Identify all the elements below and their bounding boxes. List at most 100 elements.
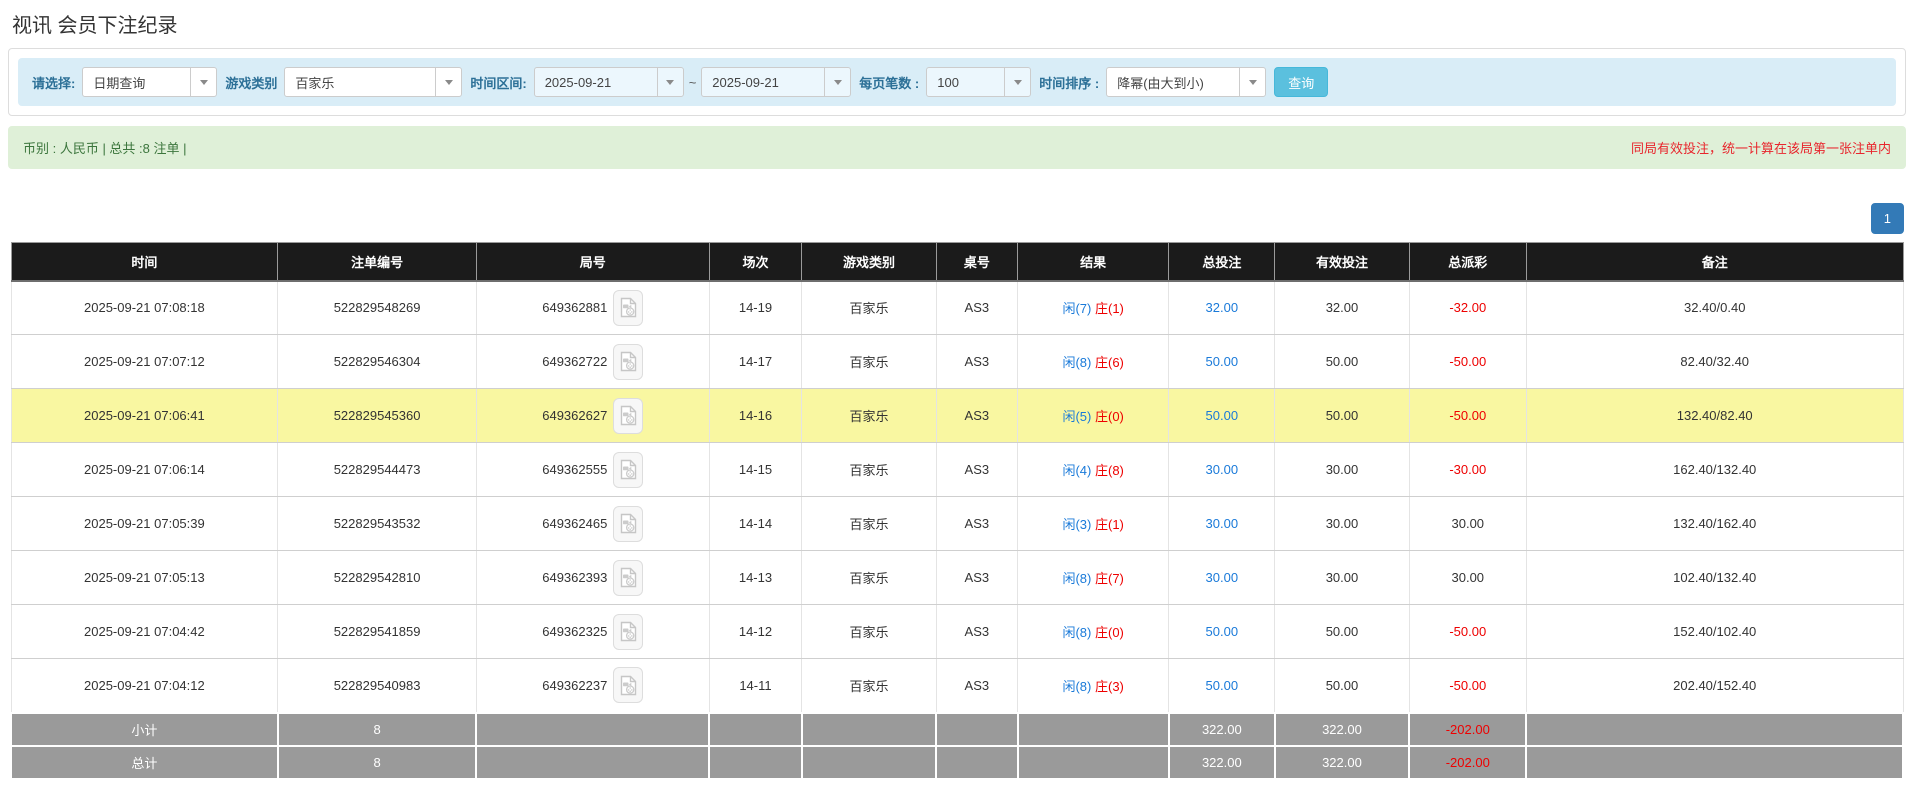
cell-round: 649362325 [475, 604, 710, 659]
cell-result: 闲(8) 庄(7) [1016, 550, 1170, 605]
total-bet-link[interactable]: 30.00 [1206, 462, 1239, 477]
total-bet-link[interactable]: 50.00 [1206, 408, 1239, 423]
video-replay-button[interactable] [613, 505, 644, 542]
round-number: 649362555 [542, 462, 608, 477]
column-header: 桌号 [935, 242, 1019, 282]
total-bet-link[interactable]: 30.00 [1206, 516, 1239, 531]
result-banker: 庄(0) [1094, 409, 1124, 424]
cell-note: 202.40/152.40 [1525, 658, 1904, 713]
summary-row: 小计 8 322.00 322.00 -202.00 [10, 711, 1904, 747]
cell-session: 14-14 [708, 496, 803, 551]
video-replay-button[interactable] [613, 343, 644, 380]
result-banker: 庄(0) [1094, 625, 1124, 640]
round-number: 649362393 [542, 570, 608, 585]
table-row: 2025-09-21 07:04:12 522829540983 649362237… [10, 658, 1904, 713]
chevron-down-icon[interactable] [824, 68, 850, 96]
chevron-down-icon[interactable] [1004, 68, 1030, 96]
cell-valid-bet: 32.00 [1274, 280, 1410, 335]
column-header: 有效投注 [1274, 242, 1410, 282]
summary-label: 小计 [10, 711, 279, 747]
cell-valid-bet: 30.00 [1274, 442, 1410, 497]
cell-game: 百家乐 [801, 442, 937, 497]
summary-count: 8 [276, 711, 478, 747]
result-banker: 庄(1) [1094, 301, 1124, 317]
summary-valid-bet: 322.00 [1273, 744, 1411, 780]
video-replay-button[interactable] [613, 667, 644, 704]
cell-round: 649362881 [475, 280, 710, 335]
game-type-select[interactable]: 百家乐 [284, 67, 463, 97]
cell-session: 14-15 [708, 442, 803, 497]
total-bet-link[interactable]: 50.00 [1206, 354, 1239, 369]
table-header-row: 时间 注单编号 局号 场次 游戏类别 桌号 结果 总投注 有效投注 总派彩 备注 [10, 242, 1904, 282]
cell-round: 649362393 [475, 550, 710, 605]
video-replay-button[interactable] [613, 397, 644, 434]
summary-payout: -202.00 [1408, 744, 1528, 780]
cell-payout: -50.00 [1408, 604, 1527, 659]
cell-total-bet: 30.00 [1168, 442, 1276, 497]
cell-game: 百家乐 [801, 388, 937, 443]
search-button[interactable]: 查询 [1274, 67, 1329, 97]
page-1-button[interactable]: 1 [1870, 203, 1904, 234]
cell-round: 649362627 [475, 388, 710, 443]
date-to-select[interactable]: 2025-09-21 [701, 67, 852, 97]
cell-table: AS3 [935, 334, 1019, 389]
cell-bet-id: 522829542810 [277, 550, 477, 605]
total-bet-link[interactable]: 50.00 [1206, 678, 1239, 693]
query-type-select[interactable]: 日期查询 [82, 67, 218, 97]
result-banker: 庄(3) [1094, 678, 1124, 694]
date-from-select[interactable]: 2025-09-21 [533, 67, 684, 97]
page-size-select[interactable]: 100 [926, 67, 1032, 97]
cell-note: 102.40/132.40 [1525, 550, 1904, 605]
chevron-down-icon[interactable] [656, 68, 683, 96]
video-replay-button[interactable] [613, 451, 644, 488]
cell-bet-id: 522829541859 [277, 604, 477, 659]
cell-session: 14-16 [708, 388, 803, 443]
cell-time: 2025-09-21 07:07:12 [10, 334, 279, 389]
cell-valid-bet: 50.00 [1274, 658, 1410, 713]
cell-time: 2025-09-21 07:05:39 [10, 496, 279, 551]
cell-payout: -50.00 [1408, 388, 1527, 443]
cell-total-bet: 50.00 [1168, 604, 1276, 659]
cell-session: 14-11 [708, 658, 803, 713]
cell-round: 649362555 [475, 442, 710, 497]
cell-result: 闲(4) 庄(8) [1016, 442, 1170, 497]
summary-total-bet: 322.00 [1167, 711, 1276, 747]
result-banker: 庄(7) [1094, 571, 1124, 586]
table-row: 2025-09-21 07:06:41 522829545360 649362627… [10, 388, 1904, 443]
table-row: 2025-09-21 07:05:13 522829542810 649362393… [10, 550, 1904, 605]
cell-time: 2025-09-21 07:04:42 [10, 604, 279, 659]
column-header: 备注 [1525, 242, 1904, 282]
chevron-down-icon[interactable] [435, 68, 461, 96]
cell-time: 2025-09-21 07:04:12 [10, 658, 279, 713]
table-footer: 小计 8 322.00 322.00 -202.00 总计 8 322.00 322.00 -20… [10, 711, 1904, 780]
cell-result: 闲(3) 庄(1) [1016, 496, 1170, 551]
total-bet-link[interactable]: 32.00 [1206, 300, 1239, 315]
table-row: 2025-09-21 07:07:12 522829546304 649362722… [10, 334, 1904, 389]
notice-text: 同局有效投注，统一计算在该局第一张注单内 [1630, 141, 1891, 156]
cell-valid-bet: 30.00 [1274, 496, 1410, 551]
column-header: 场次 [708, 242, 803, 282]
summary-label: 总计 [10, 744, 279, 780]
time-sort-label: 时间排序 : [1039, 75, 1100, 91]
page-title: 视讯 会员下注纪录 [12, 15, 178, 37]
video-file-icon [620, 405, 637, 426]
total-bet-link[interactable]: 50.00 [1206, 624, 1239, 639]
video-replay-button[interactable] [613, 289, 644, 326]
cell-bet-id: 522829540983 [277, 658, 477, 713]
column-header: 总派彩 [1408, 242, 1527, 282]
chevron-down-icon[interactable] [1239, 68, 1265, 96]
cell-result: 闲(8) 庄(3) [1016, 658, 1170, 713]
time-sort-select[interactable]: 降幂(由大到小) [1106, 67, 1267, 97]
cell-valid-bet: 50.00 [1274, 388, 1410, 443]
video-replay-button[interactable] [613, 613, 644, 650]
summary-valid-bet: 322.00 [1273, 711, 1411, 747]
table-row: 2025-09-21 07:05:39 522829543532 649362465… [10, 496, 1904, 551]
video-replay-button[interactable] [613, 559, 644, 596]
pagination: 1 [10, 203, 1904, 234]
cell-session: 14-12 [708, 604, 803, 659]
cell-note: 132.40/162.40 [1525, 496, 1904, 551]
total-bet-link[interactable]: 30.00 [1206, 570, 1239, 585]
summary-payout: -202.00 [1408, 711, 1528, 747]
summary-bar: 币别 : 人民币 | 总共 :8 注单 | 同局有效投注，统一计算在该局第一张注… [8, 126, 1906, 169]
chevron-down-icon[interactable] [190, 68, 216, 96]
